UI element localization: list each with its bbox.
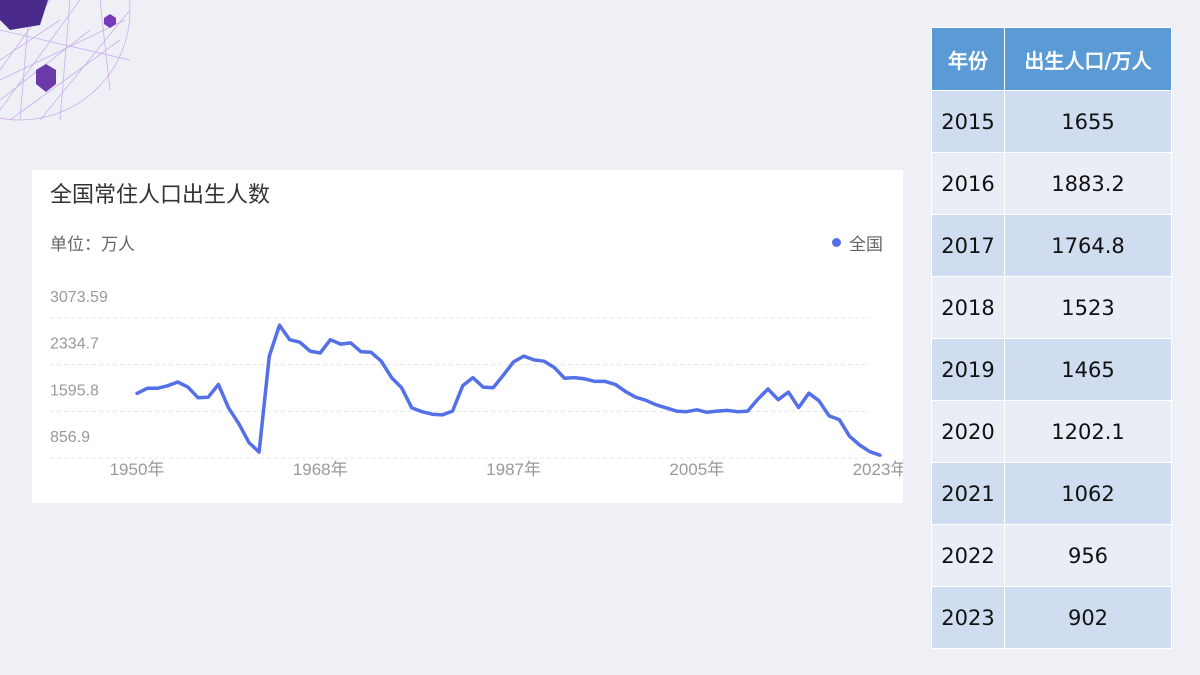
x-tick-label: 2023年 [853,460,903,479]
table-cell-year: 2017 [931,214,1005,277]
table-row: 2019 1465 [931,338,1172,401]
table-cell-year: 2018 [931,276,1005,339]
table-cell-year: 2022 [931,524,1005,587]
table-row: 2023 902 [931,586,1172,649]
table-row: 2022 956 [931,524,1172,587]
table-header-year: 年份 [931,27,1005,91]
table-header-row: 年份 出生人口/万人 [931,27,1172,91]
table-header-births: 出生人口/万人 [1004,27,1172,91]
legend-label: 全国 [849,235,883,255]
table-cell-births: 1764.8 [1004,214,1172,277]
table-cell-year: 2021 [931,462,1005,525]
table-cell-births: 1523 [1004,276,1172,339]
table-row: 2016 1883.2 [931,152,1172,215]
table-cell-year: 2020 [931,400,1005,463]
table-row: 2017 1764.8 [931,214,1172,277]
y-tick-label: 1595.8 [50,382,99,399]
table-row: 2020 1202.1 [931,400,1172,463]
chart-legend[interactable]: 全国 [832,230,883,255]
y-tick-label: 856.9 [50,429,90,446]
table-cell-births: 1883.2 [1004,152,1172,215]
legend-marker-icon [832,238,841,247]
table-row: 2015 1655 [931,90,1172,153]
x-tick-label: 1968年 [293,460,348,479]
table-cell-births: 1655 [1004,90,1172,153]
chart-card: 856.9 1595.8 2334.7 3073.59 1950年 1968年 1987年 2… [32,170,903,503]
table-cell-births: 902 [1004,586,1172,649]
purple-gem-icon [0,0,48,30]
table-cell-births: 1202.1 [1004,400,1172,463]
purple-gem-icon [104,14,116,28]
table-cell-births: 1062 [1004,462,1172,525]
series-line[interactable] [135,323,882,457]
x-tick-label: 2005年 [669,460,724,479]
table-cell-year: 2023 [931,586,1005,649]
x-tick-label: 1950年 [110,460,165,479]
chart-unit-label: 单位：万人 [50,235,135,255]
table-cell-births: 1465 [1004,338,1172,401]
y-tick-label: 2334.7 [50,336,99,353]
table-cell-year: 2019 [931,338,1005,401]
line-chart: 856.9 1595.8 2334.7 3073.59 1950年 1968年 1987年 2… [50,289,903,479]
table-row: 2018 1523 [931,276,1172,339]
table-cell-year: 2015 [931,90,1005,153]
table-cell-year: 2016 [931,152,1005,215]
chart-title: 全国常住人口出生人数 [50,183,271,208]
x-tick-label: 1987年 [486,460,541,479]
decorative-network-sphere [0,0,131,121]
y-tick-label: 3073.59 [50,289,108,306]
birth-data-table: 年份 出生人口/万人 2015 1655 2016 1883.2 2017 1764.… [931,27,1172,649]
table-row: 2021 1062 [931,462,1172,525]
purple-gem-icon [36,64,56,92]
table-cell-births: 956 [1004,524,1172,587]
